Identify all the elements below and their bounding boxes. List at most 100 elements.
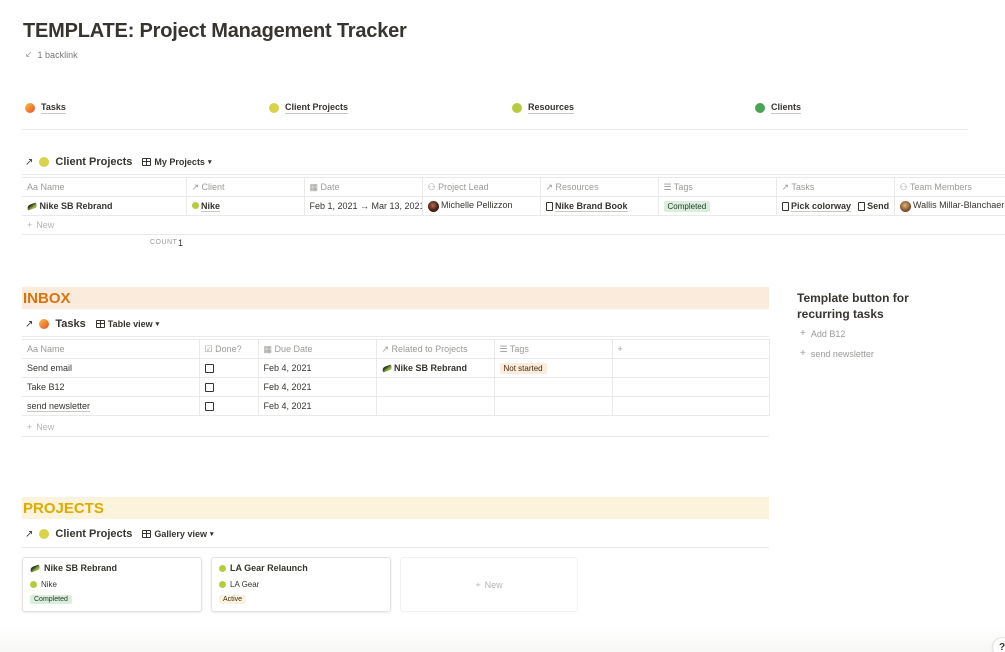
- column-header-name[interactable]: Aa Name: [22, 177, 187, 197]
- done-checkbox[interactable]: [204, 364, 214, 374]
- table-icon: [142, 158, 152, 166]
- gallery-new-card[interactable]: + New: [400, 557, 578, 612]
- tasks-db-header: ↗ Tasks Table view ▾: [25, 318, 159, 330]
- projects-db-title[interactable]: Client Projects: [55, 528, 132, 540]
- table-header-row: Aa Name ↗ Client ▦ Date ⚇ Project Lead ↗…: [22, 177, 1005, 197]
- cell-name[interactable]: Take B12: [22, 377, 200, 397]
- template-button-send-newsletter[interactable]: + send newsletter: [800, 348, 874, 359]
- plus-icon: +: [800, 328, 806, 339]
- cell-name[interactable]: Nike SB Rebrand: [22, 196, 187, 216]
- view-selector-gallery-view[interactable]: Gallery view ▾: [142, 529, 213, 539]
- table-row[interactable]: send newsletter Feb 4, 2021: [22, 396, 770, 416]
- new-row-button[interactable]: + New: [27, 220, 54, 230]
- client-projects-db-header: ↗ Client Projects My Projects ▾: [25, 156, 211, 168]
- lime-circle-icon: [219, 581, 226, 588]
- list-icon: ☰: [499, 343, 510, 354]
- tasks-db-title[interactable]: Tasks: [55, 318, 85, 330]
- cell-tags[interactable]: [493, 396, 613, 416]
- orange-circle-icon: [25, 103, 35, 113]
- column-header-date[interactable]: ▦ Date: [303, 177, 423, 197]
- cell-tags[interactable]: [493, 377, 613, 397]
- help-button[interactable]: ?: [993, 638, 1005, 652]
- cell-related-project[interactable]: Nike SB Rebrand: [375, 358, 495, 378]
- card-status: Completed: [30, 593, 194, 604]
- divider: [22, 174, 1005, 175]
- cell-tags[interactable]: Completed: [657, 196, 777, 216]
- page-icon: [781, 202, 789, 212]
- table-row[interactable]: Send email Feb 4, 2021 Nike SB Rebrand N…: [22, 358, 770, 378]
- card-status: Active: [219, 593, 383, 604]
- link-tasks[interactable]: Tasks: [25, 102, 66, 114]
- green-circle-icon: [755, 103, 765, 113]
- cell-related-project[interactable]: [375, 377, 495, 397]
- cell-done[interactable]: [198, 377, 259, 397]
- lime-circle-icon: [219, 564, 226, 572]
- column-header-related-projects[interactable]: ↗ Related to Projects: [375, 339, 495, 359]
- add-column-button[interactable]: +: [611, 339, 770, 359]
- page-icon: [545, 202, 553, 212]
- column-header-done[interactable]: ☑ Done?: [198, 339, 259, 359]
- link-clients-label: Clients: [771, 102, 802, 114]
- column-header-resources[interactable]: ↗ Resources: [539, 177, 659, 197]
- gallery-card[interactable]: Nike SB Rebrand Nike Completed: [22, 557, 202, 612]
- cell-name[interactable]: send newsletter: [22, 396, 200, 416]
- cell-empty: [611, 377, 770, 397]
- done-checkbox[interactable]: [204, 402, 214, 412]
- new-row-button[interactable]: + New: [27, 422, 54, 432]
- cell-name[interactable]: Send email: [22, 358, 200, 378]
- calendar-icon: ▦: [263, 343, 275, 354]
- gallery-card[interactable]: LA Gear Relaunch LA Gear Active: [211, 557, 391, 612]
- client-projects-db-title[interactable]: Client Projects: [55, 156, 132, 168]
- status-badge: Completed: [30, 595, 72, 604]
- column-header-client[interactable]: ↗ Client: [185, 177, 305, 197]
- link-client-projects-label: Client Projects: [285, 102, 349, 114]
- column-header-project-lead[interactable]: ⚇ Project Lead: [421, 177, 541, 197]
- link-clients[interactable]: Clients: [755, 102, 802, 114]
- cell-tasks[interactable]: Pick colorway Send: [775, 196, 895, 216]
- cell-due-date[interactable]: Feb 4, 2021: [257, 377, 377, 397]
- gallery-icon: [142, 530, 152, 538]
- relation-arrow-icon: ↗: [545, 181, 556, 192]
- link-resources[interactable]: Resources: [512, 102, 575, 114]
- cell-project-lead[interactable]: Michelle Pellizzon: [421, 196, 541, 216]
- column-header-name[interactable]: Aa Name: [22, 339, 200, 359]
- backlink[interactable]: ↙ 1 backlink: [25, 49, 78, 60]
- cell-tags[interactable]: Not started: [493, 358, 613, 378]
- view-selector-my-projects[interactable]: My Projects ▾: [142, 157, 211, 167]
- cell-date[interactable]: Feb 1, 2021 → Mar 13, 2021: [303, 196, 423, 216]
- view-selector-table-view[interactable]: Table view ▾: [95, 319, 159, 329]
- template-button-heading: Template button for recurring tasks: [797, 291, 909, 321]
- table-row[interactable]: Nike SB Rebrand Nike Feb 1, 2021 → Mar 1…: [22, 196, 1005, 216]
- cell-done[interactable]: [198, 358, 259, 378]
- checkbox-icon: ☑: [204, 343, 216, 354]
- column-header-team-members[interactable]: ⚇ Team Members: [893, 177, 1005, 197]
- divider: [22, 547, 769, 548]
- yellow-circle-icon: [39, 157, 50, 167]
- cell-done[interactable]: [198, 396, 259, 416]
- column-header-due-date[interactable]: ▦ Due Date: [257, 339, 377, 359]
- count-value: 1: [178, 238, 184, 248]
- column-header-tasks[interactable]: ↗ Tasks: [775, 177, 895, 197]
- backlink-label: 1 backlink: [37, 49, 78, 60]
- status-badge: Not started: [499, 362, 547, 374]
- cell-resources[interactable]: Nike Brand Book: [539, 196, 659, 216]
- cell-team-members[interactable]: Wallis Millar-Blanchaer: [893, 196, 1005, 216]
- yellow-circle-icon: [39, 529, 50, 539]
- status-badge: Active: [219, 595, 247, 604]
- column-header-tags[interactable]: ☰ Tags: [493, 339, 613, 359]
- cell-client[interactable]: Nike: [185, 196, 305, 216]
- cell-due-date[interactable]: Feb 4, 2021: [257, 358, 377, 378]
- cell-due-date[interactable]: Feb 4, 2021: [257, 396, 377, 416]
- link-client-projects[interactable]: Client Projects: [269, 102, 349, 114]
- table-row[interactable]: Take B12 Feb 4, 2021: [22, 377, 770, 397]
- lime-circle-icon: [30, 581, 37, 588]
- done-checkbox[interactable]: [204, 383, 214, 393]
- table-icon: [95, 320, 105, 328]
- template-button-add-b12[interactable]: + Add B12: [800, 328, 845, 339]
- shoe-icon: [380, 364, 393, 373]
- text-icon: Aa: [27, 344, 41, 354]
- column-header-tags[interactable]: ☰ Tags: [657, 177, 777, 197]
- yellow-circle-icon: [269, 103, 279, 113]
- plus-icon: +: [475, 579, 481, 590]
- cell-related-project[interactable]: [375, 396, 495, 416]
